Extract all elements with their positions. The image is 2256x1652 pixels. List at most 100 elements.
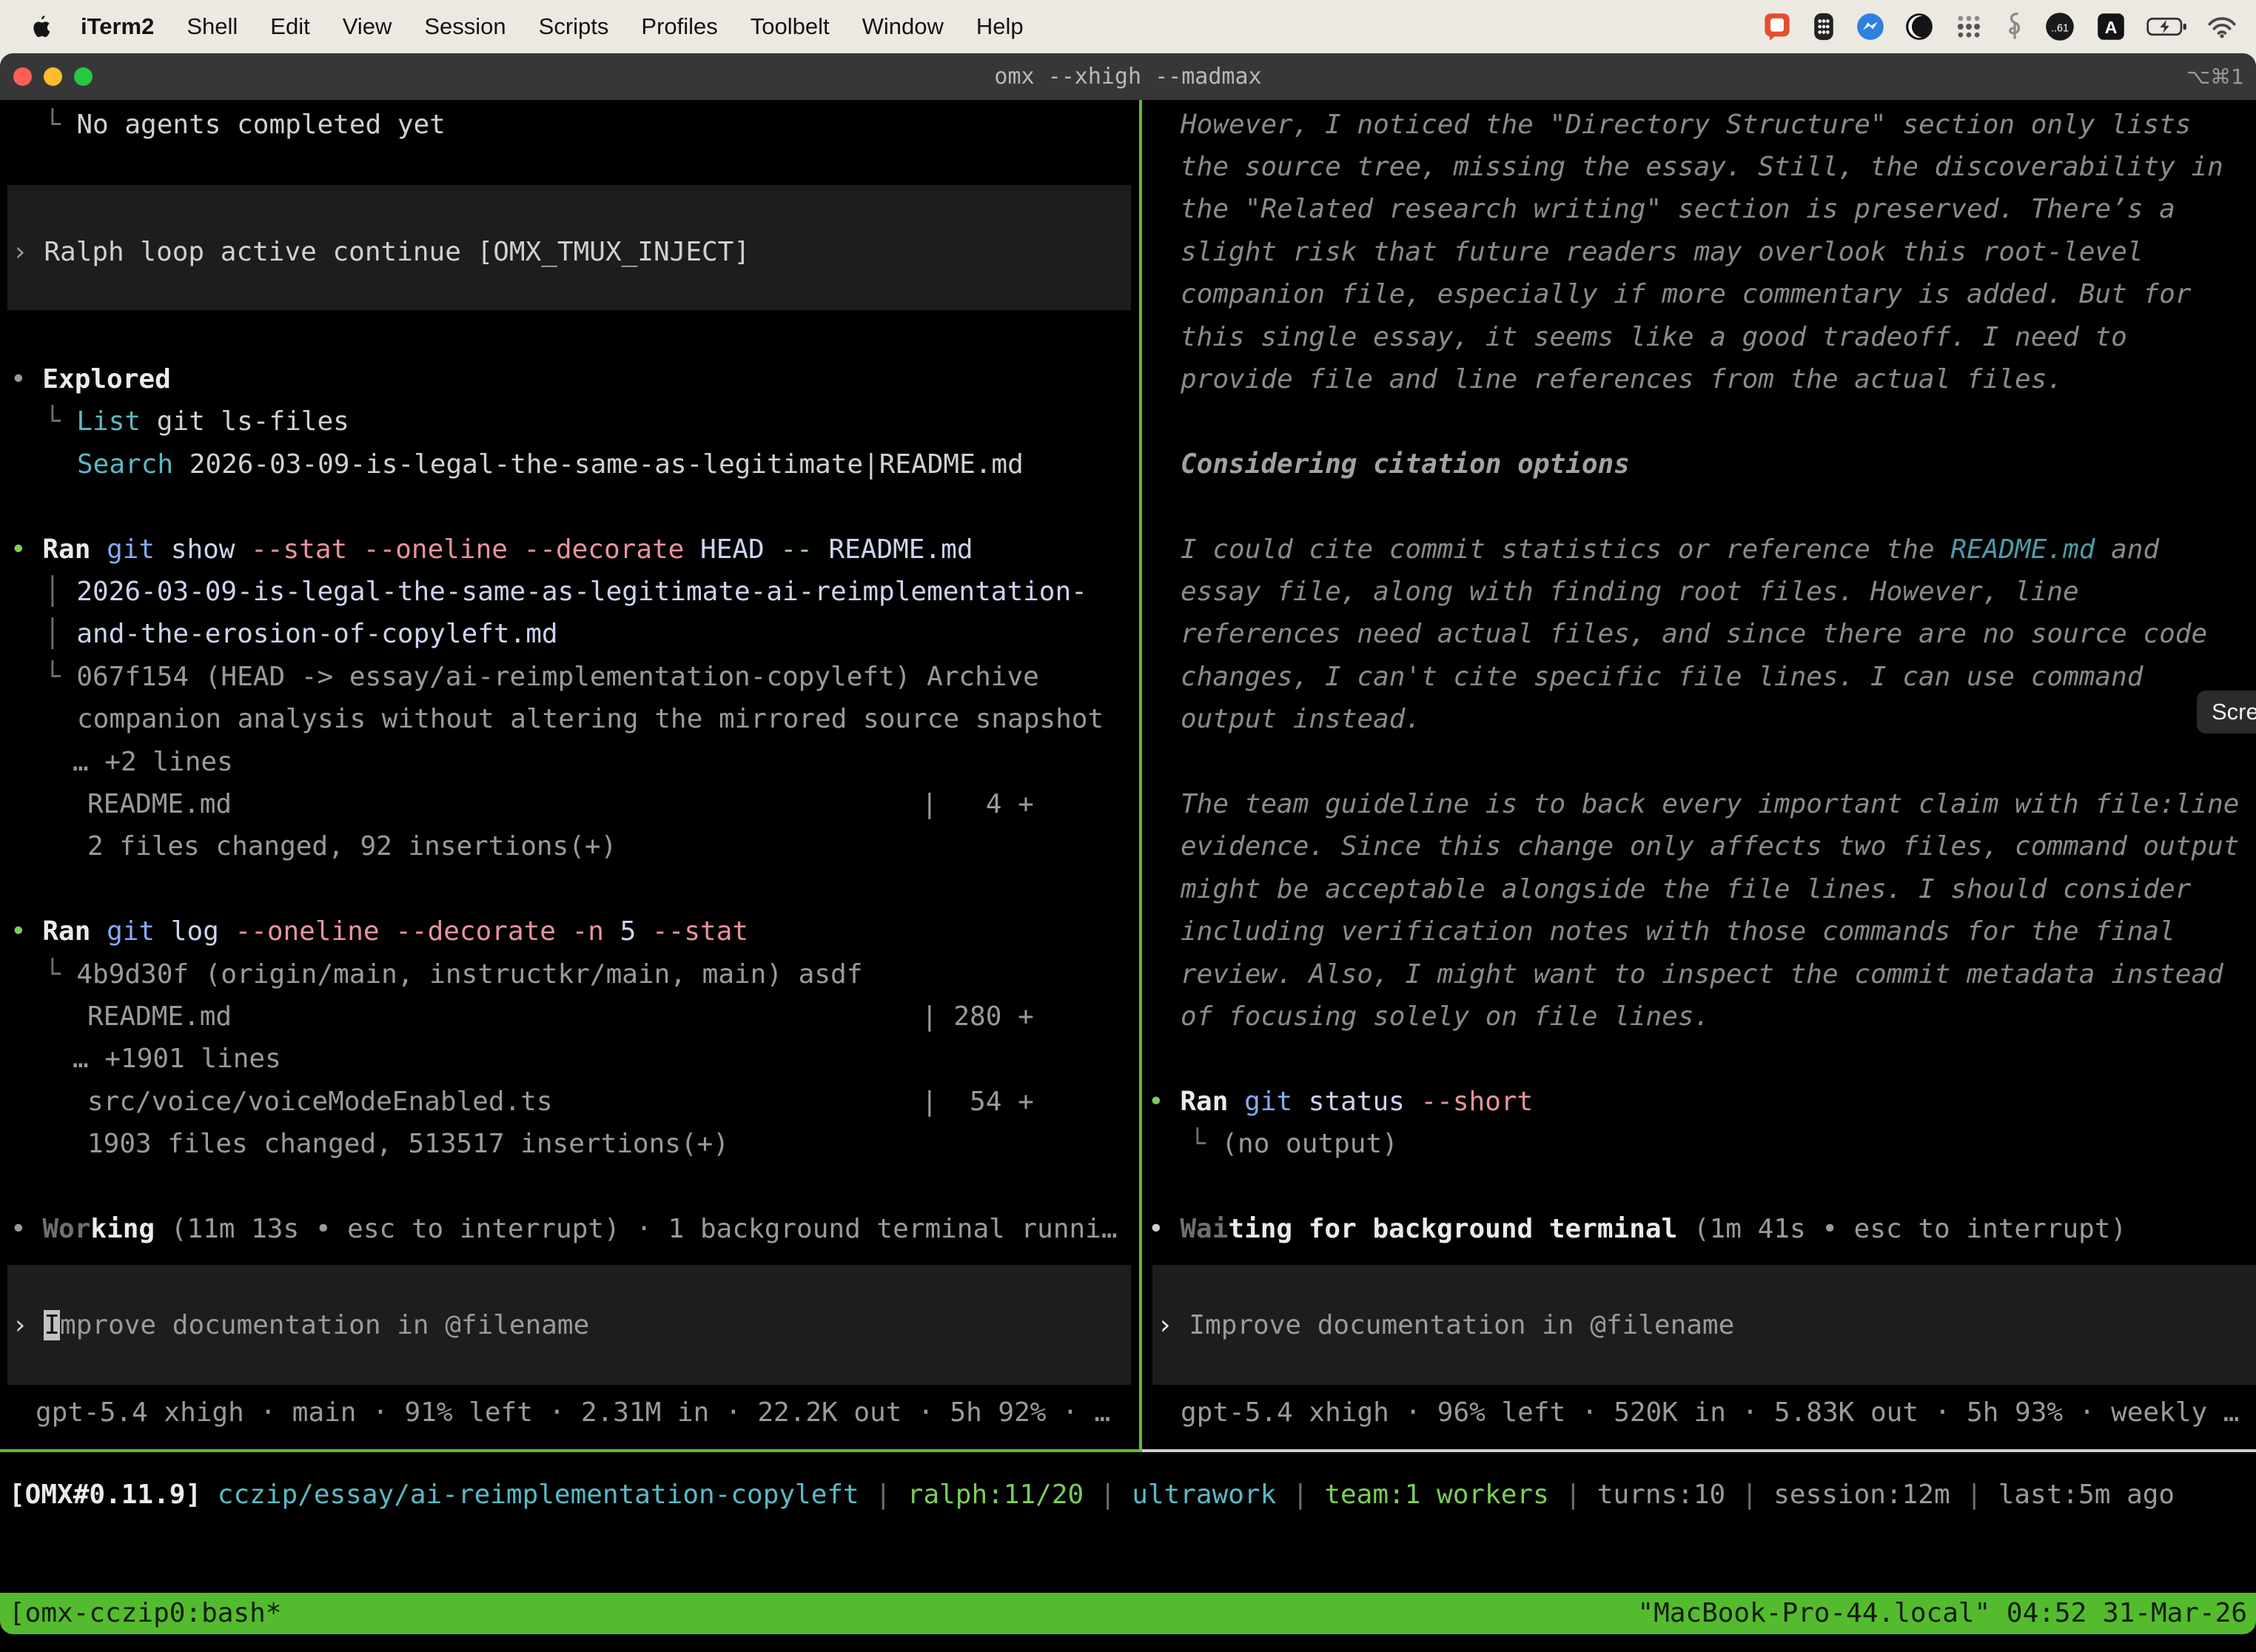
dots-grid-icon[interactable] <box>1954 12 1984 41</box>
terminal-text <box>90 916 107 947</box>
terminal-text: git <box>107 534 155 565</box>
terminal-line: └ List git ls-files <box>44 400 349 443</box>
terminal-line: └ 4b9d30f (origin/main, instructkr/main,… <box>44 953 862 995</box>
terminal-text: git <box>1244 1087 1292 1117</box>
terminal-line: Search 2026-03-09-is-legal-the-same-as-l… <box>77 443 1024 486</box>
waiting-status-line: • Waiting for background terminal (1m 41… <box>1148 1208 2126 1250</box>
a-app-icon[interactable]: A <box>2096 12 2126 41</box>
menu-item-toolbelt[interactable]: Toolbelt <box>751 13 830 40</box>
terminal-text: │ <box>44 577 76 607</box>
left-session-stats: gpt-5.4 xhigh · main · 91% left · 2.31M … <box>36 1391 1110 1434</box>
terminal-text: git <box>107 916 155 947</box>
right-session-stats: gpt-5.4 xhigh · 96% left · 520K in · 5.8… <box>1181 1391 2239 1434</box>
pane-divider[interactable] <box>1139 100 1142 1449</box>
left-pane-border <box>0 1449 1142 1452</box>
terminal-text: Wai <box>1180 1214 1228 1244</box>
terminal-text: › <box>12 237 44 267</box>
terminal-text: changes, I can't cite specific file line… <box>1181 662 2143 692</box>
right-prompt-line: › Improve documentation in @filename <box>1157 1304 1734 1346</box>
menu-item-session[interactable]: Session <box>424 13 506 40</box>
terminal-text: mprove documentation in @filename <box>60 1310 589 1340</box>
terminal-line: the source tree, missing the essay. Stil… <box>1181 146 2223 188</box>
terminal-text: references need actual files, and since … <box>1181 619 2207 649</box>
terminal-text: | <box>1950 1480 1998 1510</box>
battery-icon[interactable] <box>2146 16 2186 37</box>
terminal-line: this single essay, it seems like a good … <box>1181 316 2127 358</box>
terminal-text: 5 <box>604 916 652 947</box>
terminal-text: 2 files changed, 92 insertions(+) <box>87 831 617 862</box>
terminal-text: and-the-erosion-of-copyleft.md <box>76 619 557 649</box>
terminal-line: … +2 lines <box>73 741 233 783</box>
badge-icon[interactable]: ..61 <box>2044 11 2075 42</box>
terminal-line: references need actual files, and since … <box>1181 613 2207 655</box>
keypad-icon[interactable] <box>1812 11 1836 42</box>
terminal-line: review. Also, I might want to inspect th… <box>1181 953 2223 995</box>
terminal-text: Ran <box>42 534 90 565</box>
terminal-line: provide file and line references from th… <box>1181 358 2063 400</box>
terminal-text: HEAD <box>684 534 780 565</box>
apple-menu-icon[interactable] <box>31 15 51 38</box>
terminal-text: Ralph loop active continue [OMX_TMUX_INJ… <box>44 237 750 267</box>
svg-text:A: A <box>2105 18 2118 37</box>
menu-item-view[interactable]: View <box>343 13 392 40</box>
terminal-text: provide file and line references from th… <box>1181 364 2063 394</box>
terminal-text <box>90 534 107 565</box>
terminal-text: evidence. Since this change only affects… <box>1181 831 2239 862</box>
terminal-text: Explored <box>42 364 170 394</box>
terminal-text: … +2 lines <box>73 747 233 777</box>
terminal-text: (no output) <box>1221 1129 1397 1159</box>
terminal-text: ralph:11/20 <box>907 1480 1084 1510</box>
terminal-line: README.md | 4 + <box>87 783 1034 825</box>
wifi-icon[interactable] <box>2207 15 2237 38</box>
menu-item-shell[interactable]: Shell <box>187 13 238 40</box>
terminal-text: src/voice/voiceModeEnabled.ts | 54 + <box>87 1087 1034 1117</box>
terminal-text: cczip/essay/ai-reimplementation-copyleft <box>218 1480 859 1510</box>
menu-item-iterm2[interactable]: iTerm2 <box>81 13 154 40</box>
terminal-line: src/voice/voiceModeEnabled.ts | 54 + <box>87 1081 1034 1123</box>
terminal-text: essay file, along with finding root file… <box>1181 577 2079 607</box>
menu-item-profiles[interactable]: Profiles <box>641 13 717 40</box>
terminal-text: No agents completed yet <box>76 110 446 140</box>
terminal-text: ting for background terminal <box>1228 1214 1677 1244</box>
terminal-text: the source tree, missing the essay. Stil… <box>1181 152 2223 182</box>
crescent-app-icon[interactable] <box>1905 13 1933 41</box>
terminal-text: 067f154 (HEAD -> essay/ai-reimplementati… <box>76 662 1038 692</box>
terminal-text: (1m 41s • esc to interrupt) <box>1677 1214 2126 1244</box>
terminal-line: of focusing solely on file lines. <box>1181 995 1710 1038</box>
minimize-button[interactable] <box>44 67 62 86</box>
terminal-text: --short <box>1421 1087 1534 1117</box>
terminal-line: • Ran git log --oneline --decorate -n 5 … <box>10 910 748 953</box>
terminal-line: … +1901 lines <box>73 1038 281 1080</box>
terminal-text: … +1901 lines <box>73 1044 281 1074</box>
menu-item-edit[interactable]: Edit <box>270 13 309 40</box>
terminal-text: • <box>1148 1087 1180 1117</box>
terminal-text: • <box>1148 1214 1180 1244</box>
messenger-icon[interactable] <box>1856 13 1884 41</box>
ralph-loop-line: › Ralph loop active continue [OMX_TMUX_I… <box>12 231 750 273</box>
terminal-line: evidence. Since this change only affects… <box>1181 825 2239 867</box>
close-button[interactable] <box>13 67 32 86</box>
terminal-line: • Explored <box>10 358 171 400</box>
menu-item-window[interactable]: Window <box>862 13 944 40</box>
terminal-text: README.md | 280 + <box>87 1001 1034 1032</box>
menu-item-help[interactable]: Help <box>976 13 1024 40</box>
terminal-text: of focusing solely on file lines. <box>1181 1001 1710 1032</box>
window-shortcut-indicator: ⌥⌘1 <box>2186 53 2244 100</box>
working-status-line: • Working (11m 13s • esc to interrupt) ·… <box>10 1208 1118 1250</box>
terminal-line: └ (no output) <box>1189 1123 1398 1165</box>
terminal-text: • <box>10 364 42 394</box>
macos-menu-bar: iTerm2 Shell Edit View Session Scripts Profile… <box>0 0 2256 53</box>
chat-app-icon[interactable] <box>1763 12 1791 41</box>
terminal-text: └ <box>44 959 76 990</box>
terminal-line: │ 2026-03-09-is-legal-the-same-as-legiti… <box>44 571 1087 613</box>
terminal-text: List <box>76 406 141 437</box>
tmux-session-label[interactable]: [omx-cczip0:bash* <box>9 1593 281 1634</box>
terminal-line: • Ran git show --stat --oneline --decora… <box>10 528 973 571</box>
window-title-bar[interactable]: omx --xhigh --madmax ⌥⌘1 <box>0 53 2256 100</box>
terminal-text: Ran <box>42 916 90 947</box>
zoom-button[interactable] <box>74 67 93 86</box>
tooltip-label: Scre <box>2212 699 2256 725</box>
squiggle-icon[interactable] <box>2004 10 2024 43</box>
terminal-text: this single essay, it seems like a good … <box>1181 322 2127 352</box>
menu-item-scripts[interactable]: Scripts <box>539 13 609 40</box>
